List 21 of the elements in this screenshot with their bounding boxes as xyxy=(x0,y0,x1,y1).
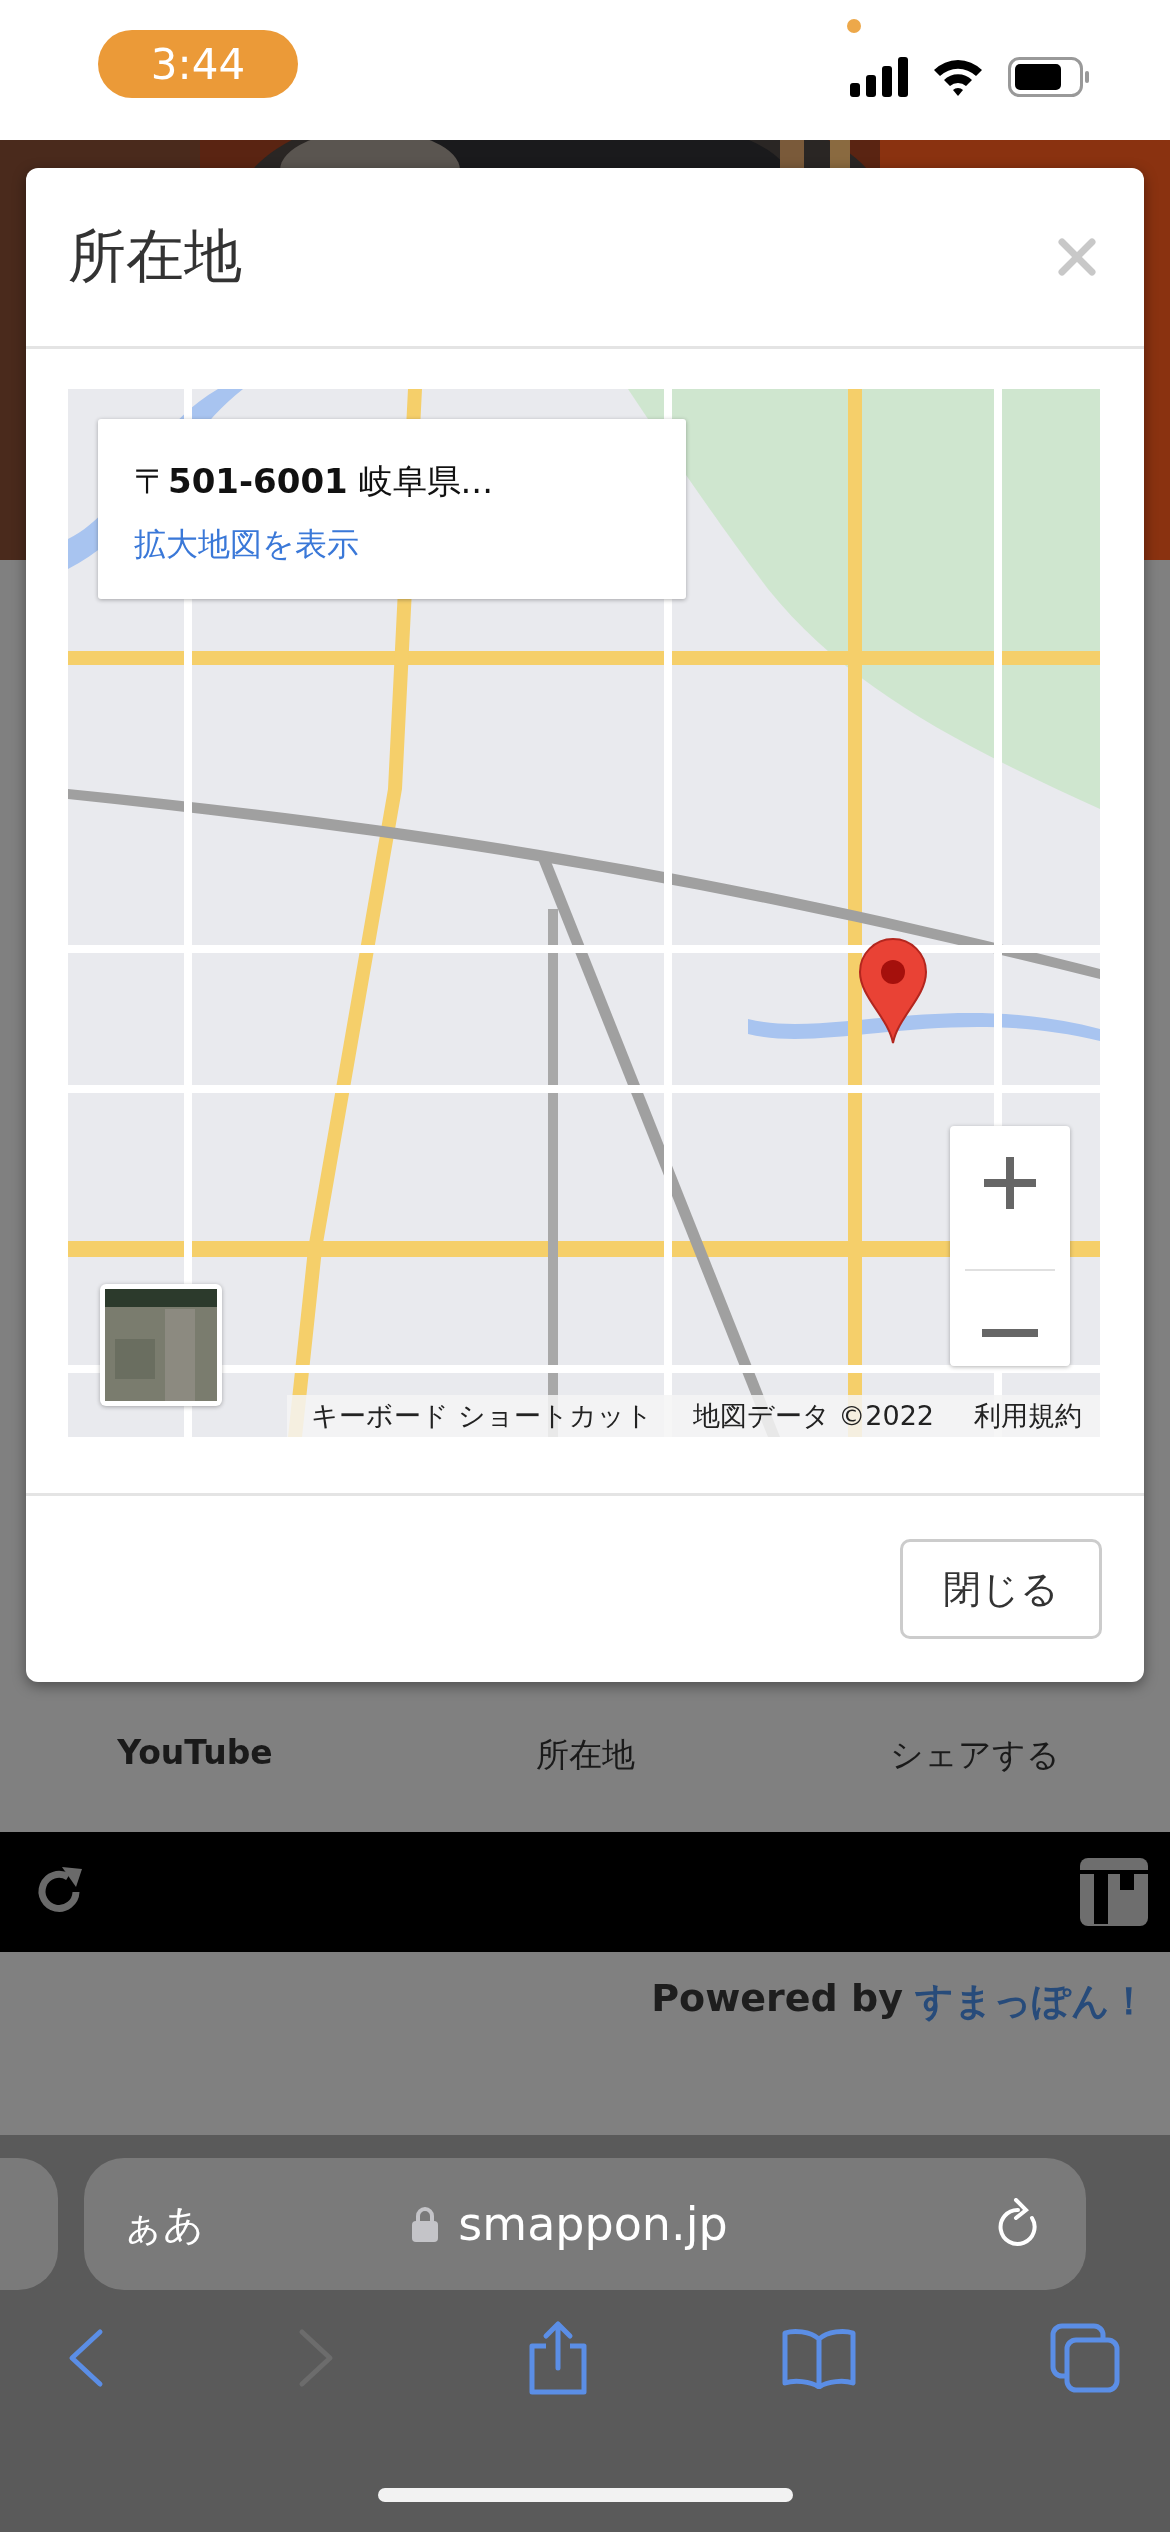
wifi-icon xyxy=(932,58,984,96)
tab[interactable]: YouTube xyxy=(117,1733,273,1778)
lock-icon xyxy=(412,2206,439,2242)
tabs-icon[interactable] xyxy=(1050,2323,1120,2393)
url-text: smappon.jp xyxy=(458,2197,728,2251)
text-size-button[interactable]: ぁあ xyxy=(122,2196,204,2252)
privacy-dot-icon xyxy=(847,19,861,33)
share-icon[interactable] xyxy=(528,2320,588,2396)
previous-tab-card[interactable] xyxy=(0,2158,58,2290)
powered-by-text: Powered by xyxy=(651,1976,903,2020)
status-time: 3:44 xyxy=(98,30,298,98)
signal-icon xyxy=(850,57,908,97)
app-logo-icon[interactable] xyxy=(1080,1858,1148,1926)
back-icon[interactable] xyxy=(68,2328,104,2388)
tab[interactable]: シェアする xyxy=(890,1733,1060,1778)
bookmarks-icon[interactable] xyxy=(782,2327,856,2389)
battery-icon xyxy=(1008,57,1090,97)
address-bar[interactable]: ぁあ smappon.jp xyxy=(84,2158,1086,2290)
close-button[interactable]: 閉じる xyxy=(900,1539,1102,1639)
tab[interactable]: 所在地 xyxy=(535,1733,635,1778)
brand-link[interactable]: すまっぽん！ xyxy=(915,1976,1148,2027)
